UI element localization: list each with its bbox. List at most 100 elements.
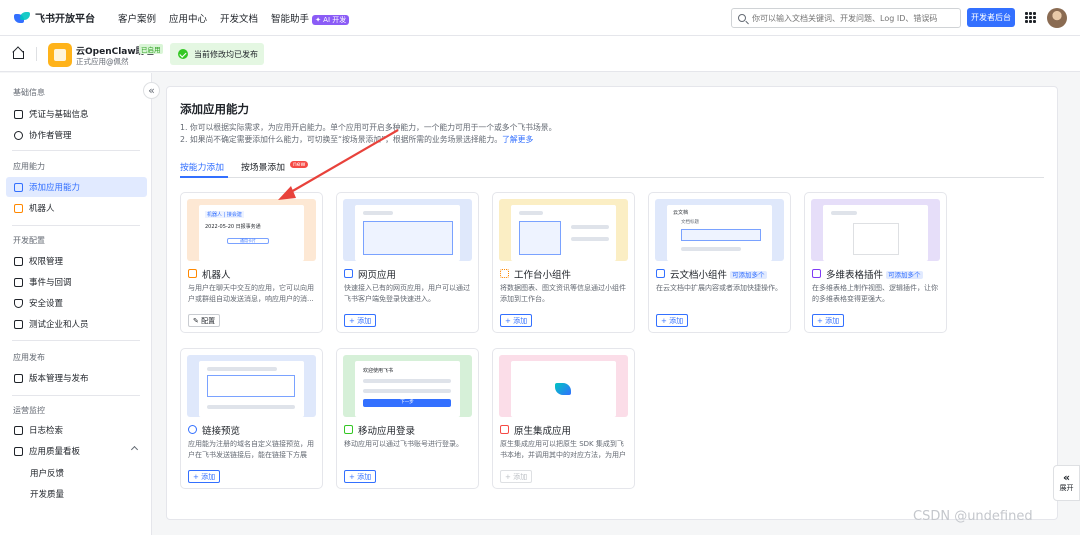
- add-button[interactable]: + 添加: [812, 314, 845, 327]
- tab-bar: 按能力添加 按场景添加: [180, 160, 1044, 178]
- new-badge: new: [290, 161, 309, 168]
- main-nav: 客户案例 应用中心 开发文档 智能助手 ✦ AI 开发: [118, 11, 362, 25]
- sidebar-item-user-feedback[interactable]: 用户反馈: [6, 463, 147, 483]
- card-description: 与用户在聊天中交互的应用，它可以向用户或群组自动发送消息，响应用户的消...: [188, 284, 314, 303]
- sidebar-group-capability: 应用能力: [13, 162, 45, 171]
- nav-customer-cases[interactable]: 客户案例: [118, 11, 156, 25]
- sidebar-collapse-button[interactable]: «: [143, 82, 160, 99]
- publish-status: 当前修改均已发布: [170, 43, 264, 65]
- card-title: 工作台小组件: [514, 267, 571, 281]
- add-button[interactable]: + 添加: [344, 470, 377, 483]
- divider: [36, 47, 37, 61]
- description-text: 2. 如果尚不确定需要添加什么能力，可切换至“按场景添加”，根据所需的业务场景选…: [180, 135, 503, 144]
- multi-add-tag: 可添加多个: [730, 271, 767, 279]
- card-description: 将数据图表、图文资讯等信息通过小组件添加到工作台。: [500, 284, 626, 303]
- sidebar-item-label: 添加应用能力: [29, 183, 81, 193]
- preview-bar: [831, 211, 857, 215]
- widget-preview-image: [499, 199, 628, 261]
- preview-bar: [363, 379, 451, 383]
- add-button[interactable]: + 添加: [656, 314, 689, 327]
- sidebar-item-versions[interactable]: 版本管理与发布: [6, 368, 147, 388]
- preview-panel: [207, 375, 295, 397]
- nav-ai-assistant[interactable]: 智能助手 ✦ AI 开发: [271, 11, 350, 25]
- app-icon: [48, 43, 72, 67]
- capability-card-mobile-login[interactable]: 欢迎使用飞书 下一步 移动应用登录 移动应用可以通过飞书账号进行登录。 + 添加: [336, 348, 479, 489]
- capability-card-workplace-widget[interactable]: 工作台小组件 将数据图表、图文资讯等信息通过小组件添加到工作台。 + 添加: [492, 192, 635, 333]
- sidebar-group-basic: 基础信息: [13, 88, 45, 97]
- sidebar-item-dev-quality[interactable]: 开发质量: [6, 484, 147, 504]
- preview-bar: [363, 211, 393, 215]
- nav-app-center[interactable]: 应用中心: [169, 11, 207, 25]
- widget-icon: [500, 269, 509, 278]
- feishu-logo[interactable]: 飞书开放平台: [14, 10, 102, 25]
- upload-icon: [14, 373, 23, 383]
- web-app-preview-image: [343, 199, 472, 261]
- tab-by-scenario[interactable]: 按场景添加: [241, 160, 285, 173]
- chart-icon: [14, 446, 23, 456]
- learn-more-link[interactable]: 了解更多: [502, 135, 533, 144]
- nav-ai-assistant-label: 智能助手: [271, 13, 310, 25]
- preview-bar: [519, 211, 543, 215]
- card-title-text: 多维表格插件: [826, 270, 884, 281]
- developer-console-button[interactable]: 开发者后台: [967, 8, 1015, 27]
- card-title-text: 链接预览: [202, 426, 241, 437]
- sidebar-item-events[interactable]: 事件与回调: [6, 272, 147, 292]
- feishu-logo-icon: [14, 11, 30, 25]
- search-icon: [738, 14, 746, 22]
- expand-button[interactable]: « 展开: [1053, 465, 1080, 501]
- capability-card-native-integration[interactable]: 原生集成应用 原生集成应用可以把原生 SDK 集成到飞书本地，并调用其中的对应方…: [492, 348, 635, 489]
- preview-window: 机器人 | 接会建 2022-05-20 日报事务通 通用卡片: [199, 205, 304, 261]
- key-icon: [14, 256, 23, 266]
- card-title: 机器人: [202, 267, 231, 281]
- sidebar-item-bot[interactable]: 机器人: [6, 198, 147, 218]
- sidebar-divider: [12, 150, 140, 151]
- preview-sub: 文档标题: [681, 220, 699, 225]
- preview-window: 云文档 文档标题: [667, 205, 772, 261]
- preview-window: 欢迎使用飞书 下一步: [355, 361, 460, 417]
- capability-card-web-app[interactable]: 网页应用 快速接入已有的网页应用，用户可以通过飞书客户端免登录快速进入。 + 添…: [336, 192, 479, 333]
- ai-badge: ✦ AI 开发: [312, 14, 350, 25]
- doc-search-box[interactable]: [731, 8, 961, 28]
- card-title: 云文档小组件 可添加多个: [670, 267, 767, 281]
- capability-card-bot[interactable]: 机器人 | 接会建 2022-05-20 日报事务通 通用卡片 机器人 与用户在…: [180, 192, 323, 333]
- preview-panel: [363, 221, 453, 255]
- active-tab-indicator: [180, 176, 228, 178]
- add-button[interactable]: + 添加: [188, 470, 221, 483]
- user-avatar[interactable]: [1047, 8, 1067, 28]
- sidebar-item-quality-board[interactable]: 应用质量看板: [6, 441, 147, 461]
- add-button[interactable]: + 添加: [500, 314, 533, 327]
- capability-card-doc-widget[interactable]: 云文档 文档标题 云文档小组件 可添加多个 在云文档中扩展内容或者添加快捷操作。 …: [648, 192, 791, 333]
- sidebar-item-label: 日志检索: [29, 426, 64, 436]
- preview-window: [511, 205, 616, 261]
- feishu-logo-icon: [555, 383, 571, 395]
- watermark: CSDN @undefined: [913, 509, 1033, 524]
- sidebar-item-credentials[interactable]: 凭证与基础信息: [6, 104, 147, 124]
- app-owner: 正式应用@佩然: [76, 57, 129, 66]
- sidebar-divider: [12, 225, 140, 226]
- configure-button[interactable]: ✎ 配置: [188, 314, 221, 327]
- sidebar-item-label: 协作者管理: [29, 131, 72, 141]
- sidebar-item-security[interactable]: 安全设置: [6, 293, 147, 313]
- preview-window: [511, 361, 616, 417]
- sidebar-item-test-tenants[interactable]: 测试企业和人员: [6, 314, 147, 334]
- home-icon[interactable]: [12, 48, 24, 59]
- capability-card-bitable-plugin[interactable]: 多维表格插件 可添加多个 在多维表格上制作视图、逻辑插件，让你的多维表格变得更强大…: [804, 192, 947, 333]
- nav-dev-docs[interactable]: 开发文档: [220, 11, 258, 25]
- tab-by-capability[interactable]: 按能力添加: [180, 160, 224, 173]
- sidebar-item-label: 权限管理: [29, 257, 64, 267]
- apps-grid-icon[interactable]: [1025, 12, 1036, 23]
- search-input[interactable]: [752, 13, 952, 23]
- app-header-bar: [0, 36, 1080, 72]
- doc-widget-preview-image: 云文档 文档标题: [655, 199, 784, 261]
- sidebar-group-dev-config: 开发配置: [13, 236, 45, 245]
- capability-card-link-preview[interactable]: 链接预览 应用能为注册的域名自定义链接预览，用户在飞书发送链接后，能在链接下方展…: [180, 348, 323, 489]
- link-preview-image: [187, 355, 316, 417]
- chevron-up-icon: [130, 445, 139, 454]
- add-button[interactable]: + 添加: [344, 314, 377, 327]
- sidebar-divider: [12, 395, 140, 396]
- sidebar-item-add-capability[interactable]: 添加应用能力: [6, 177, 147, 197]
- app-status-badge: 已启用: [139, 44, 163, 54]
- sidebar-item-permissions[interactable]: 权限管理: [6, 251, 147, 271]
- sidebar-item-log-search[interactable]: 日志检索: [6, 420, 147, 440]
- sidebar-item-collaborators[interactable]: 协作者管理: [6, 125, 147, 145]
